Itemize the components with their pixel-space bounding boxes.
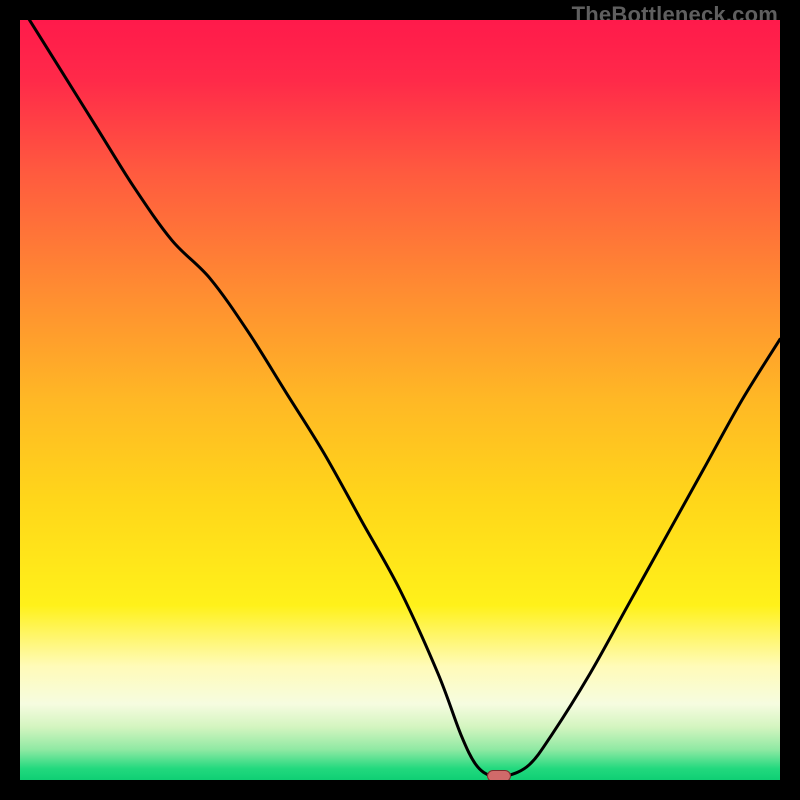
plot-area — [20, 20, 780, 780]
chart-frame: TheBottleneck.com — [0, 0, 800, 800]
background-gradient — [20, 20, 780, 780]
optimum-marker — [487, 770, 511, 780]
